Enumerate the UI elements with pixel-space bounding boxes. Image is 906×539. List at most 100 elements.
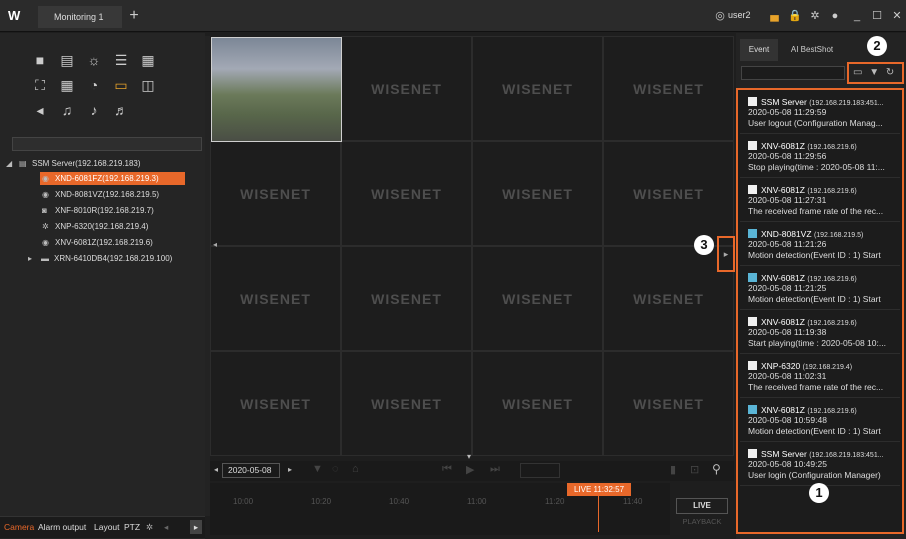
capture-icon[interactable]: ■	[31, 51, 49, 69]
mic-icon[interactable]: ♪	[85, 101, 103, 119]
expand-timeline-icon[interactable]: ▾	[467, 452, 471, 461]
lock-icon[interactable]: 🔒	[788, 9, 802, 23]
search-motion-icon[interactable]: ◌	[332, 463, 339, 475]
fullscreen-icon[interactable]: ⛶	[31, 76, 49, 94]
next-date-icon[interactable]: ▸	[288, 465, 292, 474]
expand-icon[interactable]: ▸	[28, 252, 38, 265]
speed-select[interactable]	[520, 463, 560, 478]
video-tile-empty[interactable]: WISENET	[210, 246, 341, 351]
tab-ai-bestshot[interactable]: AI BestShot	[782, 39, 842, 61]
video-tile-empty[interactable]: WISENET	[210, 351, 341, 456]
grid-layout-icon[interactable]: ▦	[58, 76, 76, 94]
bookmark-icon[interactable]: ▮	[670, 463, 676, 476]
maximize-icon[interactable]: ☐	[870, 9, 884, 23]
list-icon[interactable]: ☰	[112, 51, 130, 69]
tab-monitoring[interactable]: Monitoring 1	[38, 6, 122, 28]
add-tab-button[interactable]: +	[124, 6, 144, 26]
video-tile-empty[interactable]: WISENET	[341, 246, 472, 351]
prev-date-icon[interactable]: ◂	[214, 465, 218, 474]
mute-icon[interactable]: ◂	[31, 101, 49, 119]
event-item[interactable]: XNP-6320 (192.168.219.4) 2020-05-08 11:02…	[740, 358, 900, 398]
video-tile-empty[interactable]: WISENET	[341, 141, 472, 246]
event-item[interactable]: XNV-6081Z (192.168.219.6) 2020-05-08 11:1…	[740, 314, 900, 354]
export-icon[interactable]: ⊡	[690, 463, 699, 476]
event-item[interactable]: SSM Server (192.168.219.183:451... 2020-0…	[740, 446, 900, 486]
event-time: 2020-05-08 11:29:56	[748, 151, 827, 161]
mic-settings-icon[interactable]: ♫	[58, 101, 76, 119]
tree-node-camera[interactable]: ◙ XNF-8010R(192.168.219.7)	[42, 204, 154, 217]
refresh-icon[interactable]: ↻	[886, 67, 894, 78]
timeline-tick-label: 11:00	[467, 497, 487, 506]
collapse-right-icon[interactable]: ▸	[717, 236, 735, 272]
video-tile-empty[interactable]: WISENET	[472, 246, 603, 351]
info-icon[interactable]: ●	[828, 9, 842, 23]
info-monitor-icon[interactable]: ◫	[139, 76, 157, 94]
tab-alarm-output[interactable]: Alarm output	[38, 522, 86, 532]
monitor-icon[interactable]: ▭	[112, 76, 130, 94]
callout-badge: 2	[867, 36, 887, 56]
tab-ptz[interactable]: PTZ	[124, 522, 140, 532]
search-icon[interactable]: ⚲	[712, 462, 721, 476]
table-icon[interactable]: ▦	[139, 51, 157, 69]
gear-icon[interactable]: ✲	[146, 522, 153, 533]
video-tile-empty[interactable]: WISENET	[472, 351, 603, 456]
event-color-marker	[748, 185, 757, 194]
tab-layout[interactable]: Layout	[94, 522, 120, 532]
smart-search-icon[interactable]: ⌂	[352, 463, 359, 475]
tree-node-camera[interactable]: ◉ XND-6081FZ(192.168.219.3)	[40, 172, 185, 185]
event-device-name: XNP-6320	[761, 361, 801, 371]
skip-back-icon[interactable]: ⏮	[442, 463, 452, 476]
event-item[interactable]: XNV-6081Z (192.168.219.6) 2020-05-08 11:2…	[740, 182, 900, 222]
scroll-right-icon[interactable]: ▸	[190, 520, 202, 534]
tab-camera[interactable]: Camera	[4, 522, 34, 532]
event-display-icon[interactable]: ▭	[853, 67, 862, 78]
event-item[interactable]: XNV-6081Z (192.168.219.6) 2020-05-08 11:2…	[740, 270, 900, 310]
video-tile-empty[interactable]: WISENET	[603, 246, 734, 351]
tab-event[interactable]: Event	[740, 39, 778, 61]
collapse-left-icon[interactable]: ◂	[213, 240, 221, 254]
tree-node-ssm-server[interactable]: ◢ ▤ SSM Server(192.168.219.183)	[6, 157, 141, 170]
event-search-input[interactable]	[741, 66, 845, 80]
timeline-tick-label: 10:00	[233, 497, 254, 506]
event-item[interactable]: XNV-6081Z (192.168.219.6) 2020-05-08 10:5…	[740, 402, 900, 442]
video-tile-empty[interactable]: WISENET	[603, 351, 734, 456]
close-icon[interactable]: ✕	[890, 9, 904, 23]
filter-icon[interactable]: ▼	[312, 463, 323, 475]
tree-node-camera[interactable]: ◉ XND-8081VZ(192.168.219.5)	[42, 188, 159, 201]
broadcast-icon[interactable]: ♬	[112, 101, 130, 119]
event-item[interactable]: XNV-6081Z (192.168.219.6) 2020-05-08 11:2…	[740, 138, 900, 178]
gear-icon[interactable]: ✲	[808, 9, 822, 23]
video-tile-live[interactable]	[211, 37, 342, 142]
skip-forward-icon[interactable]: ⏭	[490, 463, 500, 476]
sensor-icon[interactable]: ☼	[85, 51, 103, 69]
expand-icon[interactable]: ◢	[6, 157, 16, 170]
video-tile-empty[interactable]: WISENET	[341, 351, 472, 456]
event-device-name: SSM Server	[761, 449, 807, 459]
wisenet-watermark: WISENET	[633, 290, 704, 307]
event-item[interactable]: SSM Server (192.168.219.183:451... 2020-0…	[740, 94, 900, 134]
scroll-left-icon[interactable]: ◂	[164, 522, 168, 533]
event-item[interactable]: XND-8081VZ (192.168.219.5) 2020-05-08 11:…	[740, 226, 900, 266]
playback-button[interactable]: PLAYBACK	[676, 514, 728, 530]
user-icon[interactable]: ◎	[713, 9, 727, 23]
minimize-icon[interactable]: _	[850, 9, 864, 23]
video-tile-empty[interactable]: WISENET	[210, 141, 341, 246]
tree-node-recorder[interactable]: ▸ ▬ XRN-6410DB4(192.168.219.100)	[28, 252, 172, 265]
event-device-name: XNV-6081Z	[761, 185, 805, 195]
video-tile-empty[interactable]: WISENET	[472, 141, 603, 246]
date-picker[interactable]: 2020-05-08	[222, 463, 280, 478]
app-logo: W	[8, 8, 21, 23]
video-tile-empty[interactable]: WISENET	[603, 141, 734, 246]
play-icon[interactable]: ▶	[466, 463, 474, 476]
video-tile-empty[interactable]: WISENET	[472, 36, 603, 141]
video-tile-empty[interactable]: WISENET	[603, 36, 734, 141]
camera-icon: ◉	[42, 174, 49, 183]
tree-node-camera[interactable]: ✲ XNP-6320(192.168.219.4)	[42, 220, 148, 233]
live-button[interactable]: LIVE	[676, 498, 728, 514]
print-icon[interactable]: ▤	[58, 51, 76, 69]
tree-node-camera[interactable]: ◉ XNV-6081Z(192.168.219.6)	[42, 236, 153, 249]
fisheye-icon[interactable]: ◔	[85, 76, 103, 94]
tree-search-input[interactable]	[12, 137, 202, 151]
filter-icon[interactable]: ▼	[869, 67, 879, 78]
video-tile-empty[interactable]: WISENET	[341, 36, 472, 141]
